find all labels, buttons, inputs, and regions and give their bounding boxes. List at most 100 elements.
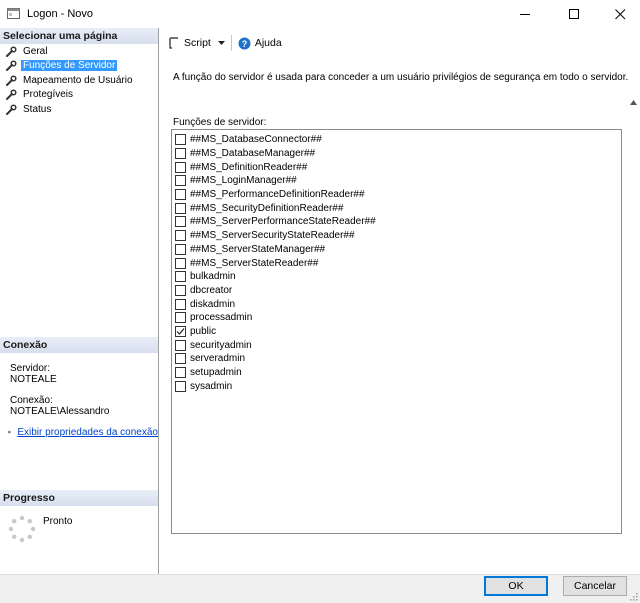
- server-role-item[interactable]: bulkadmin: [175, 270, 236, 284]
- server-role-item[interactable]: dbcreator: [175, 284, 232, 298]
- server-roles-list: ##MS_DatabaseConnector## ##MS_DatabaseMan…: [171, 129, 622, 534]
- role-name: ##MS_ServerPerformanceStateReader##: [190, 216, 376, 228]
- page-item-status[interactable]: Status: [0, 102, 158, 117]
- connection-properties-icon: [8, 430, 11, 434]
- role-name: ##MS_ServerStateManager##: [190, 243, 326, 255]
- checkmark-icon: [176, 328, 185, 335]
- server-role-item[interactable]: processadmin: [175, 311, 252, 325]
- dialog-footer: OK Cancelar: [0, 574, 640, 603]
- wrench-icon: [6, 89, 17, 101]
- page-item-label: Geral: [23, 45, 48, 57]
- role-checkbox[interactable]: [175, 147, 186, 159]
- role-checkbox[interactable]: [175, 353, 186, 365]
- role-checkbox[interactable]: [175, 175, 186, 187]
- help-icon: ?: [238, 37, 251, 49]
- progress-header: Progresso: [0, 490, 158, 506]
- connection-header: Conexão: [0, 337, 158, 353]
- page-item-label: Status: [23, 103, 52, 115]
- role-name: ##MS_ServerStateReader##: [190, 257, 319, 269]
- role-name: public: [190, 326, 217, 338]
- wrench-icon: [6, 60, 17, 72]
- role-checkbox[interactable]: [175, 243, 186, 255]
- select-page-header: Selecionar uma página: [0, 28, 158, 44]
- close-button[interactable]: [597, 0, 640, 28]
- role-name: setupadmin: [190, 367, 242, 379]
- role-checkbox[interactable]: [175, 298, 186, 310]
- role-name: serveradmin: [190, 353, 246, 365]
- role-name: dbcreator: [190, 284, 233, 296]
- role-checkbox[interactable]: [175, 367, 186, 379]
- script-icon: [169, 37, 178, 49]
- role-name: ##MS_DatabaseManager##: [190, 147, 316, 159]
- server-role-item[interactable]: ##MS_SecurityDefinitionReader##: [175, 202, 343, 216]
- toolbar: Script ? Ajuda: [160, 28, 640, 58]
- role-checkbox[interactable]: [175, 189, 186, 201]
- role-checkbox[interactable]: [175, 326, 186, 338]
- role-name: ##MS_ServerSecurityStateReader##: [190, 230, 355, 242]
- role-checkbox[interactable]: [175, 202, 186, 214]
- server-role-item[interactable]: ##MS_DatabaseConnector##: [175, 133, 322, 147]
- view-connection-properties[interactable]: Exibir propriedades da conexão: [8, 426, 158, 438]
- chevron-down-icon[interactable]: [217, 41, 225, 45]
- server-role-item[interactable]: ##MS_ServerStateReader##: [175, 256, 318, 270]
- role-checkbox[interactable]: [175, 134, 186, 146]
- server-role-item[interactable]: ##MS_LoginManager##: [175, 174, 297, 188]
- page-item-label: Protegíveis: [23, 89, 74, 101]
- role-checkbox[interactable]: [175, 230, 186, 242]
- server-role-item[interactable]: ##MS_ServerSecurityStateReader##: [175, 229, 355, 243]
- role-checkbox[interactable]: [175, 380, 186, 392]
- progress-spinner-icon: [8, 515, 36, 543]
- server-role-item[interactable]: public: [175, 325, 216, 339]
- sql-logon-icon: [7, 8, 20, 19]
- page-item-funcoes-de-servidor[interactable]: Funções de Servidor: [0, 59, 158, 74]
- server-role-item[interactable]: ##MS_ServerStateManager##: [175, 243, 325, 257]
- role-name: ##MS_DefinitionReader##: [190, 161, 308, 173]
- role-checkbox[interactable]: [175, 339, 186, 351]
- server-role-item[interactable]: diskadmin: [175, 297, 235, 311]
- page-list: Geral Funções de Servidor Mapeamento de …: [0, 44, 158, 117]
- ok-button[interactable]: OK: [484, 576, 548, 596]
- role-name: processadmin: [190, 312, 253, 324]
- maximize-button[interactable]: [551, 0, 597, 28]
- server-role-item[interactable]: ##MS_ServerPerformanceStateReader##: [175, 215, 376, 229]
- window-title: Logon - Novo: [27, 8, 94, 20]
- wrench-icon: [6, 104, 17, 115]
- svg-text:?: ?: [242, 39, 248, 49]
- help-label: Ajuda: [254, 37, 282, 49]
- page-item-label: Funções de Servidor: [21, 60, 118, 72]
- wrench-icon: [6, 46, 17, 57]
- help-button[interactable]: ? Ajuda: [238, 37, 282, 50]
- page-item-geral[interactable]: Geral: [0, 44, 158, 59]
- title-bar: Logon - Novo: [0, 0, 640, 28]
- role-checkbox[interactable]: [175, 257, 186, 269]
- server-role-item[interactable]: setupadmin: [175, 366, 242, 380]
- role-checkbox[interactable]: [175, 312, 186, 324]
- page-item-label: Mapeamento de Usuário: [23, 74, 133, 86]
- progress-status: Pronto: [43, 516, 73, 527]
- minimize-button[interactable]: [502, 0, 548, 28]
- view-connection-properties-link[interactable]: Exibir propriedades da conexão: [17, 427, 158, 438]
- role-name: sysadmin: [190, 380, 233, 392]
- server-role-item[interactable]: ##MS_DatabaseManager##: [175, 147, 315, 161]
- page-item-protegiveis[interactable]: Protegíveis: [0, 88, 158, 103]
- server-role-item[interactable]: ##MS_PerformanceDefinitionReader##: [175, 188, 365, 202]
- role-checkbox[interactable]: [175, 216, 186, 228]
- script-button[interactable]: Script: [168, 37, 225, 49]
- role-name: ##MS_DatabaseConnector##: [190, 134, 322, 146]
- resize-grip-icon[interactable]: [629, 592, 638, 601]
- server-roles-label: Funções de servidor:: [173, 117, 267, 128]
- role-checkbox[interactable]: [175, 161, 186, 173]
- connection-value: NOTEALE\Alessandro: [10, 406, 110, 417]
- scroll-up-icon[interactable]: [630, 100, 637, 105]
- cancel-button[interactable]: Cancelar: [563, 576, 627, 596]
- server-role-item[interactable]: serveradmin: [175, 352, 245, 366]
- toolbar-separator: [230, 35, 232, 51]
- server-role-item[interactable]: securityadmin: [175, 339, 252, 353]
- server-role-item[interactable]: ##MS_DefinitionReader##: [175, 160, 307, 174]
- role-name: ##MS_PerformanceDefinitionReader##: [190, 189, 365, 201]
- server-role-item[interactable]: sysadmin: [175, 380, 232, 394]
- page-item-mapeamento-de-usuario[interactable]: Mapeamento de Usuário: [0, 73, 158, 88]
- page-description: A função do servidor é usada para conced…: [173, 72, 629, 83]
- role-checkbox[interactable]: [175, 271, 186, 283]
- role-checkbox[interactable]: [175, 284, 186, 296]
